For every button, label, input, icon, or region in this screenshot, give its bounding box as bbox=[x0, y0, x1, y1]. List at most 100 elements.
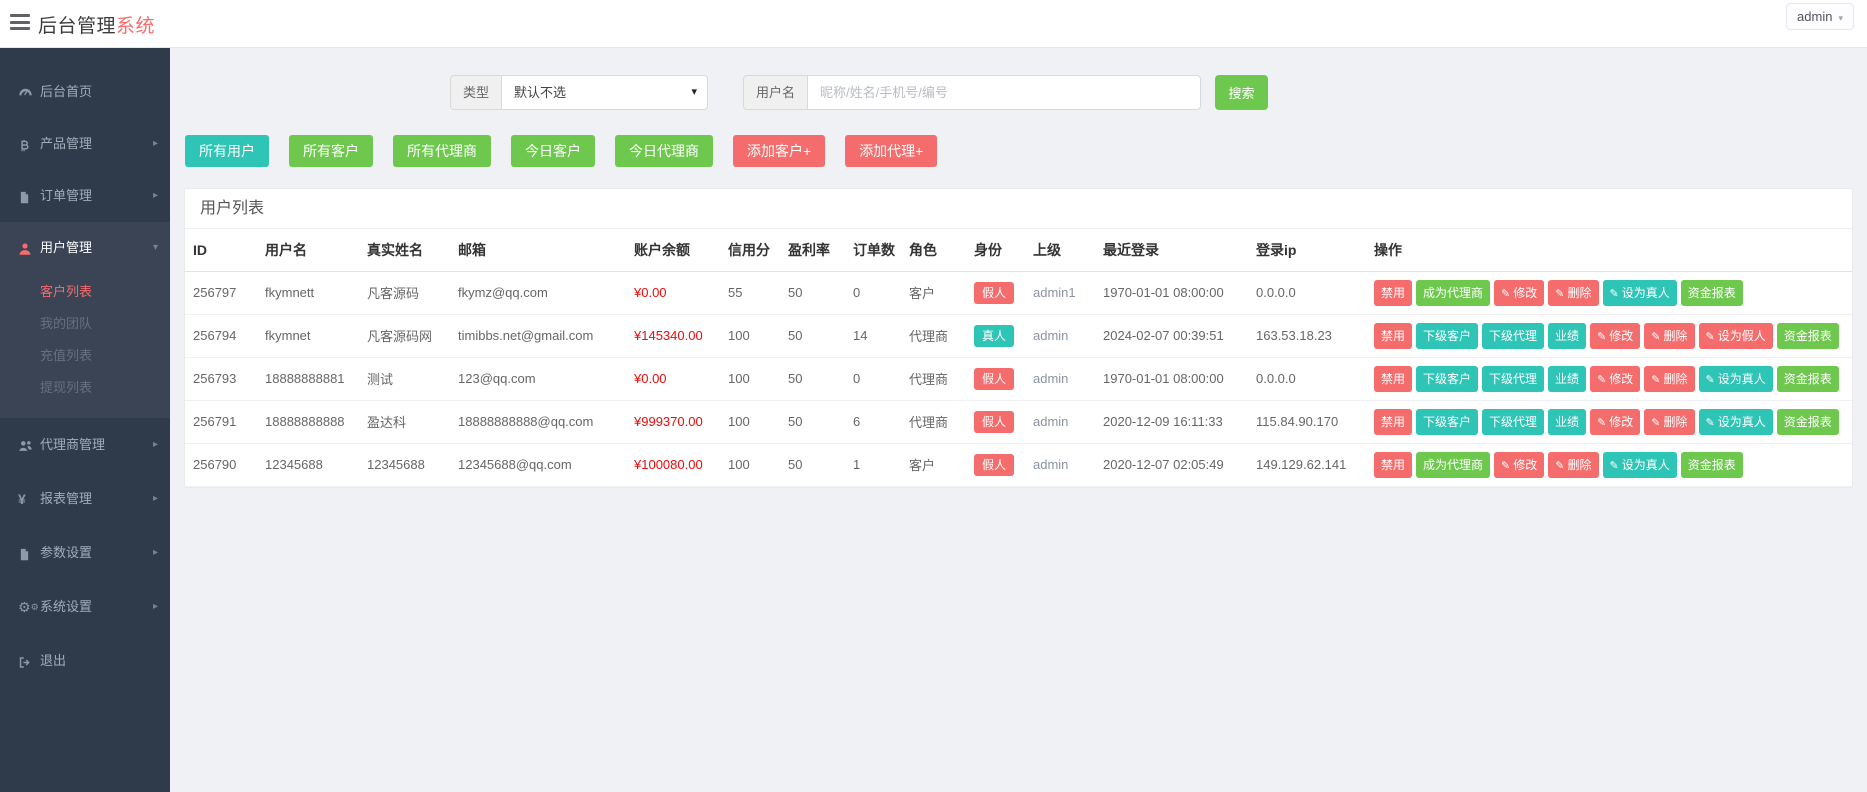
sidebar-item-8[interactable]: ⚙⚙系统设置▸ bbox=[0, 580, 170, 634]
action-button-6[interactable]: 资金报表 bbox=[1681, 452, 1743, 478]
column-header: 用户名 bbox=[257, 229, 359, 271]
action-button-3[interactable]: ✎修改 bbox=[1494, 452, 1544, 478]
action-button-8[interactable]: 资金报表 bbox=[1777, 323, 1839, 349]
cell-role: 客户 bbox=[901, 271, 966, 314]
action-button-4[interactable]: ✎删除 bbox=[1548, 452, 1598, 478]
action-button-1[interactable]: 禁用 bbox=[1374, 452, 1412, 478]
sidebar-item-3[interactable]: 订单管理▸ bbox=[0, 170, 170, 222]
action-button-label: 修改 bbox=[1609, 372, 1633, 386]
sidebar-subitem-4[interactable]: 提现列表 bbox=[0, 372, 170, 404]
type-select[interactable]: 默认不选 ▾ bbox=[501, 75, 708, 110]
action-button-5[interactable]: ✎设为真人 bbox=[1603, 280, 1677, 306]
cell-identity: 假人 bbox=[966, 271, 1025, 314]
action-button-2[interactable]: 下级客户 bbox=[1416, 409, 1478, 435]
table-body: 256797fkymnett凡客源码fkymz@qq.com¥0.0055500… bbox=[185, 271, 1852, 486]
cell-identity: 假人 bbox=[966, 400, 1025, 443]
action-button-label: 下级代理 bbox=[1489, 415, 1537, 429]
action-button-4[interactable]: 业绩 bbox=[1548, 323, 1586, 349]
bitcoin-icon bbox=[18, 119, 40, 171]
sidebar-item-5[interactable]: 代理商管理▸ bbox=[0, 418, 170, 472]
action-button-7[interactable]: ✎设为假人 bbox=[1699, 323, 1773, 349]
cell-id: 256791 bbox=[185, 400, 257, 443]
cell-id: 256794 bbox=[185, 314, 257, 357]
quick-button-5[interactable]: 今日代理商 bbox=[615, 135, 713, 167]
cell-realname: 盈达科 bbox=[359, 400, 450, 443]
quick-button-6[interactable]: 添加客户+ bbox=[733, 135, 825, 167]
action-button-3[interactable]: 下级代理 bbox=[1482, 323, 1544, 349]
menu-toggle-icon[interactable] bbox=[10, 14, 32, 34]
action-button-8[interactable]: 资金报表 bbox=[1777, 366, 1839, 392]
action-button-4[interactable]: 业绩 bbox=[1548, 409, 1586, 435]
agents-icon bbox=[18, 419, 40, 473]
action-button-4[interactable]: 业绩 bbox=[1548, 366, 1586, 392]
dashboard-icon bbox=[18, 67, 40, 119]
chevron-down-icon: ▾ bbox=[1838, 13, 1843, 23]
action-button-2[interactable]: 下级客户 bbox=[1416, 323, 1478, 349]
pencil-icon: ✎ bbox=[1651, 331, 1660, 343]
quick-button-7[interactable]: 添加代理+ bbox=[845, 135, 937, 167]
app-title-accent: 系统 bbox=[116, 16, 155, 37]
identity-badge: 假人 bbox=[974, 368, 1014, 390]
action-button-2[interactable]: 成为代理商 bbox=[1416, 280, 1490, 306]
cell-identity: 假人 bbox=[966, 443, 1025, 486]
action-button-1[interactable]: 禁用 bbox=[1374, 323, 1412, 349]
action-button-3[interactable]: 下级代理 bbox=[1482, 366, 1544, 392]
user-menu[interactable]: admin▾ bbox=[1786, 3, 1854, 30]
quick-button-1[interactable]: 所有用户 bbox=[185, 135, 269, 167]
action-button-4[interactable]: ✎删除 bbox=[1548, 280, 1598, 306]
quick-button-3[interactable]: 所有代理商 bbox=[393, 135, 491, 167]
action-button-5[interactable]: ✎修改 bbox=[1590, 409, 1640, 435]
logout-icon bbox=[18, 635, 40, 689]
action-button-6[interactable]: ✎删除 bbox=[1644, 323, 1694, 349]
column-header: 身份 bbox=[966, 229, 1025, 271]
username-input[interactable] bbox=[807, 75, 1201, 110]
action-button-label: 禁用 bbox=[1381, 415, 1405, 429]
sidebar-subitem-2[interactable]: 我的团队 bbox=[0, 308, 170, 340]
cell-parent: admin bbox=[1025, 314, 1095, 357]
action-button-label: 资金报表 bbox=[1784, 415, 1832, 429]
action-button-8[interactable]: 资金报表 bbox=[1777, 409, 1839, 435]
pencil-icon: ✎ bbox=[1597, 374, 1606, 386]
action-button-1[interactable]: 禁用 bbox=[1374, 280, 1412, 306]
quick-button-4[interactable]: 今日客户 bbox=[511, 135, 595, 167]
action-button-6[interactable]: 资金报表 bbox=[1681, 280, 1743, 306]
action-button-2[interactable]: 下级客户 bbox=[1416, 366, 1478, 392]
action-button-6[interactable]: ✎删除 bbox=[1644, 409, 1694, 435]
action-button-5[interactable]: ✎修改 bbox=[1590, 366, 1640, 392]
sidebar-item-4[interactable]: 用户管理▾ bbox=[0, 222, 170, 274]
sidebar-subitem-1[interactable]: 客户列表 bbox=[0, 276, 170, 308]
action-button-5[interactable]: ✎修改 bbox=[1590, 323, 1640, 349]
action-button-5[interactable]: ✎设为真人 bbox=[1603, 452, 1677, 478]
chevron-right-icon: ▸ bbox=[153, 526, 158, 580]
action-button-3[interactable]: ✎修改 bbox=[1494, 280, 1544, 306]
action-button-1[interactable]: 禁用 bbox=[1374, 366, 1412, 392]
action-button-1[interactable]: 禁用 bbox=[1374, 409, 1412, 435]
cell-identity: 假人 bbox=[966, 357, 1025, 400]
table-header-row: ID用户名真实姓名邮箱账户余额信用分盈利率订单数角色身份上级最近登录登录ip操作 bbox=[185, 229, 1852, 271]
action-button-6[interactable]: ✎删除 bbox=[1644, 366, 1694, 392]
action-button-2[interactable]: 成为代理商 bbox=[1416, 452, 1490, 478]
cell-username: 18888888888 bbox=[257, 400, 359, 443]
action-button-label: 业绩 bbox=[1555, 329, 1579, 343]
quick-button-2[interactable]: 所有客户 bbox=[289, 135, 373, 167]
cell-profit: 50 bbox=[780, 314, 845, 357]
cell-credit: 100 bbox=[720, 357, 780, 400]
cell-realname: 测试 bbox=[359, 357, 450, 400]
cell-balance: ¥0.00 bbox=[626, 357, 720, 400]
cell-role: 代理商 bbox=[901, 314, 966, 357]
sidebar-item-2[interactable]: 产品管理▸ bbox=[0, 118, 170, 170]
cell-parent: admin bbox=[1025, 400, 1095, 443]
sidebar-item-7[interactable]: 参数设置▸ bbox=[0, 526, 170, 580]
sidebar-item-6[interactable]: ¥报表管理▸ bbox=[0, 472, 170, 526]
action-button-3[interactable]: 下级代理 bbox=[1482, 409, 1544, 435]
sidebar-subitem-3[interactable]: 充值列表 bbox=[0, 340, 170, 372]
search-button[interactable]: 搜索 bbox=[1215, 75, 1268, 110]
cell-role: 代理商 bbox=[901, 400, 966, 443]
cell-last-login: 1970-01-01 08:00:00 bbox=[1095, 271, 1248, 314]
sidebar-item-1[interactable]: 后台首页 bbox=[0, 66, 170, 118]
cell-parent: admin bbox=[1025, 443, 1095, 486]
action-button-7[interactable]: ✎设为真人 bbox=[1699, 366, 1773, 392]
action-button-label: 修改 bbox=[1513, 458, 1537, 472]
action-button-7[interactable]: ✎设为真人 bbox=[1699, 409, 1773, 435]
sidebar-item-9[interactable]: 退出 bbox=[0, 634, 170, 688]
